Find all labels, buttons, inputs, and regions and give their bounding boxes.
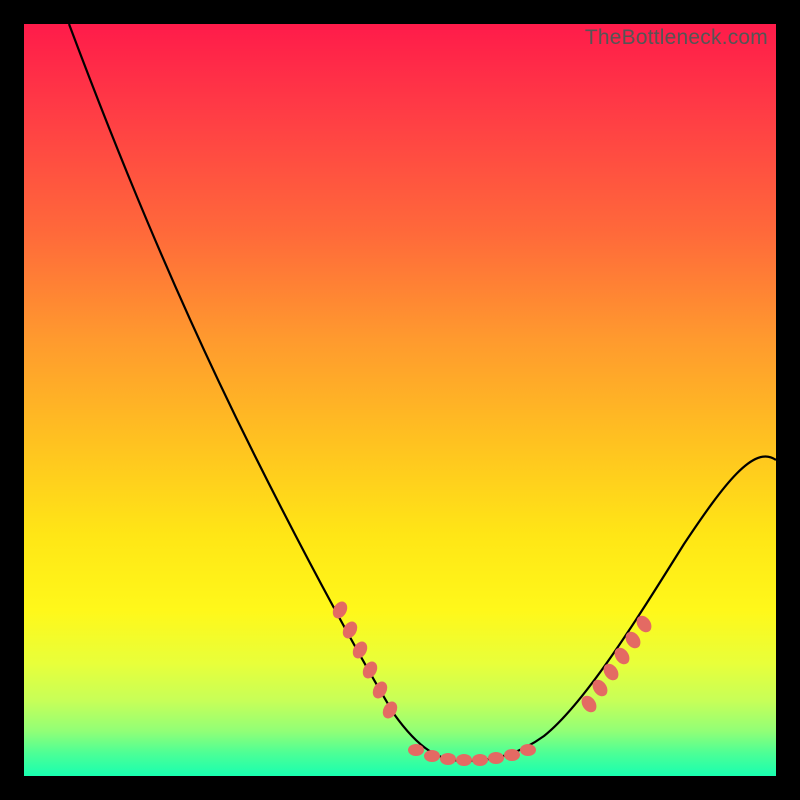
bottleneck-curve-path <box>69 24 776 761</box>
marker-dot <box>504 749 520 761</box>
marker-dot <box>408 744 424 756</box>
marker-dot <box>456 754 472 766</box>
marker-dot <box>370 679 390 701</box>
marker-group <box>330 599 655 766</box>
marker-dot <box>623 629 644 651</box>
watermark-label: TheBottleneck.com <box>585 26 768 50</box>
marker-dot <box>520 744 536 756</box>
marker-dot <box>612 645 633 667</box>
marker-dot <box>590 677 611 699</box>
marker-dot <box>472 754 488 766</box>
plot-area: TheBottleneck.com <box>24 24 776 776</box>
chart-svg <box>24 24 776 776</box>
marker-dot <box>330 599 350 621</box>
marker-dot <box>340 619 360 641</box>
marker-dot <box>424 750 440 762</box>
chart-frame: TheBottleneck.com <box>24 24 776 776</box>
marker-dot <box>440 753 456 765</box>
marker-dot <box>488 752 504 764</box>
marker-dot <box>601 661 622 683</box>
marker-dot <box>634 613 655 635</box>
